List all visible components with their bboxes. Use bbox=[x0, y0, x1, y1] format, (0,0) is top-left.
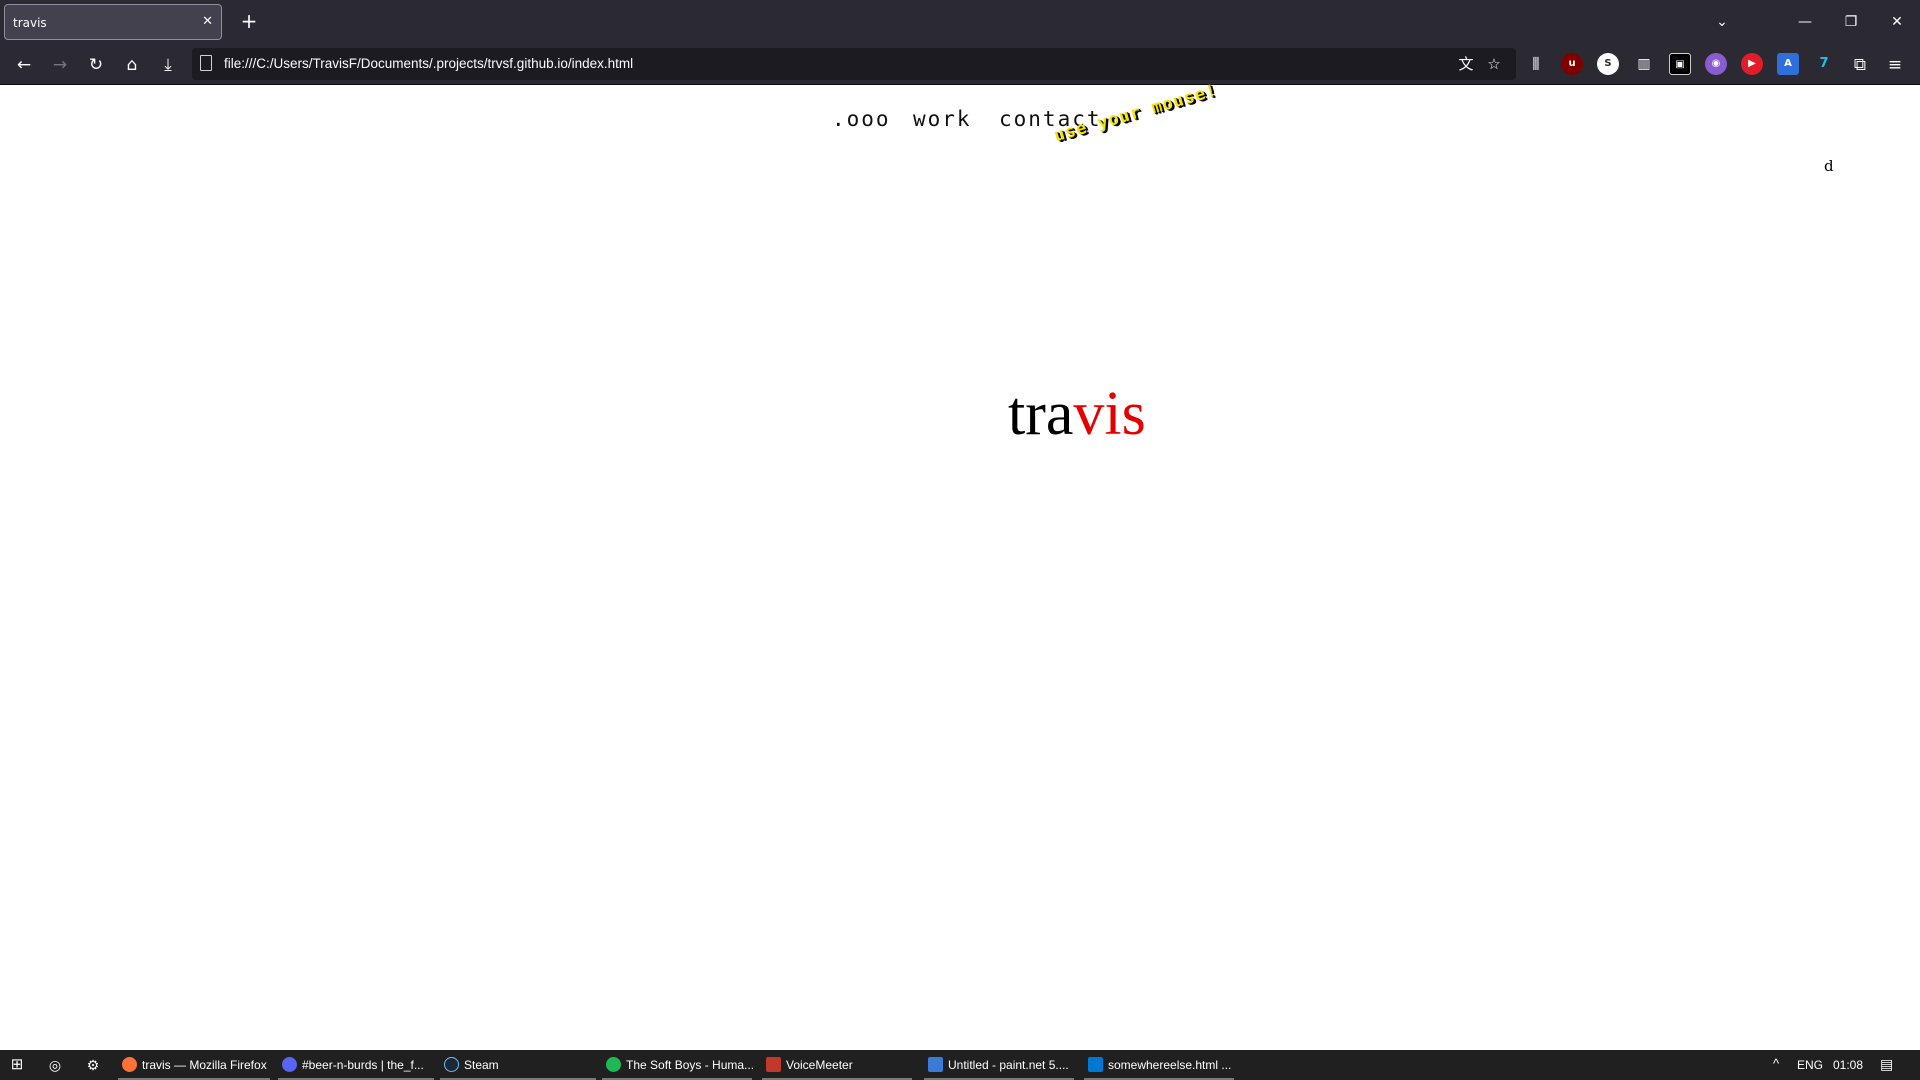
vscode-icon bbox=[1088, 1057, 1103, 1072]
nav-link-work[interactable]: work bbox=[913, 107, 972, 131]
taskbar-app-label: somewhereelse.html ... bbox=[1108, 1058, 1232, 1072]
taskbar-app-label: #beer-n-burds | the_f... bbox=[302, 1058, 424, 1072]
url-bar[interactable]: file:///C:/Users/TravisF/Documents/.proj… bbox=[192, 48, 1516, 80]
taskbar-circle-icon[interactable]: ◎ bbox=[46, 1056, 64, 1074]
extension-red-icon[interactable]: ▶ bbox=[1741, 53, 1763, 75]
taskbar-app-spotify[interactable]: The Soft Boys - Huma... bbox=[602, 1050, 755, 1080]
taskbar: ⊞ ◎ ⚙ travis — Mozilla Firefox #beer-n-b… bbox=[0, 1050, 1920, 1080]
nav-toolbar: ← → ↻ ⌂ ⤓ file:///C:/Users/TravisF/Docum… bbox=[0, 44, 1920, 85]
language-indicator[interactable]: ENG bbox=[1797, 1058, 1823, 1072]
taskbar-app-paintnet[interactable]: Untitled - paint.net 5.... bbox=[924, 1050, 1074, 1080]
browser-tab[interactable]: travis ✕ bbox=[4, 4, 222, 40]
tab-bar: travis ✕ + ⌄ — ❐ ✕ bbox=[0, 0, 1920, 44]
bookmark-star-icon[interactable]: ☆ bbox=[1484, 54, 1504, 74]
windows-start-icon[interactable]: ⊞ bbox=[8, 1056, 26, 1074]
hero-title: travis bbox=[1008, 383, 1146, 445]
taskbar-app-steam[interactable]: Steam bbox=[440, 1050, 596, 1080]
close-window-icon[interactable]: ✕ bbox=[1882, 8, 1912, 36]
spotify-icon bbox=[606, 1057, 621, 1072]
nav-link-ooo[interactable]: .ooo bbox=[832, 107, 891, 131]
taskbar-app-label: travis — Mozilla Firefox bbox=[142, 1058, 267, 1072]
extensions-puzzle-icon[interactable]: ⧉ bbox=[1846, 51, 1874, 79]
app-menu-icon[interactable]: ≡ bbox=[1881, 51, 1909, 79]
taskbar-app-discord[interactable]: #beer-n-burds | the_f... bbox=[278, 1050, 434, 1080]
tab-title: travis bbox=[13, 16, 47, 30]
url-text[interactable]: file:///C:/Users/TravisF/Documents/.proj… bbox=[224, 56, 633, 71]
corner-letter: d bbox=[1824, 157, 1834, 175]
back-icon[interactable]: ← bbox=[10, 51, 38, 79]
hero-title-part2: vis bbox=[1073, 380, 1146, 448]
forward-icon[interactable]: → bbox=[46, 51, 74, 79]
hero-title-part1: tra bbox=[1008, 380, 1074, 448]
extension-s-icon[interactable]: S bbox=[1597, 53, 1619, 75]
extension-bars-icon[interactable]: ▥ bbox=[1633, 53, 1655, 75]
page-info-icon[interactable] bbox=[200, 55, 212, 71]
voicemeeter-icon bbox=[766, 1057, 781, 1072]
taskbar-app-vscode[interactable]: somewhereelse.html ... bbox=[1084, 1050, 1234, 1080]
library-icon[interactable]: ⫴ bbox=[1522, 51, 1550, 79]
extension-purple-icon[interactable]: ◉ bbox=[1705, 53, 1727, 75]
paintnet-icon bbox=[928, 1057, 943, 1072]
steam-icon bbox=[444, 1057, 459, 1072]
taskbar-app-label: VoiceMeeter bbox=[786, 1058, 853, 1072]
list-all-tabs-icon[interactable]: ⌄ bbox=[1710, 10, 1734, 34]
taskbar-settings-icon[interactable]: ⚙ bbox=[84, 1056, 102, 1074]
extension-7tv-icon[interactable]: 7 bbox=[1813, 53, 1835, 75]
downloads-icon[interactable]: ⤓ bbox=[154, 51, 182, 79]
taskbar-app-firefox[interactable]: travis — Mozilla Firefox bbox=[118, 1050, 270, 1080]
taskbar-app-voicemeeter[interactable]: VoiceMeeter bbox=[762, 1050, 912, 1080]
web-page: .ooo work contact use your mouse! d trav… bbox=[0, 81, 1920, 1050]
reload-icon[interactable]: ↻ bbox=[82, 51, 110, 79]
taskbar-app-label: The Soft Boys - Huma... bbox=[626, 1058, 755, 1072]
home-icon[interactable]: ⌂ bbox=[118, 51, 146, 79]
new-tab-icon[interactable]: + bbox=[236, 8, 262, 34]
discord-icon bbox=[282, 1057, 297, 1072]
ublock-origin-icon[interactable]: u bbox=[1561, 53, 1583, 75]
firefox-icon bbox=[122, 1057, 137, 1072]
minimize-icon[interactable]: — bbox=[1790, 8, 1820, 36]
translate-icon[interactable]: 文 bbox=[1456, 54, 1476, 74]
tray-expand-icon[interactable]: ^ bbox=[1773, 1056, 1779, 1071]
taskbar-app-label: Untitled - paint.net 5.... bbox=[948, 1058, 1069, 1072]
taskbar-app-label: Steam bbox=[464, 1058, 499, 1072]
notifications-icon[interactable]: ▤ bbox=[1880, 1056, 1893, 1073]
tab-close-icon[interactable]: ✕ bbox=[202, 14, 213, 29]
restore-icon[interactable]: ❐ bbox=[1836, 8, 1866, 36]
extension-translate-icon[interactable]: A bbox=[1777, 53, 1799, 75]
clock[interactable]: 01:08 bbox=[1833, 1058, 1863, 1072]
extension-cat-icon[interactable]: ▣ bbox=[1669, 53, 1691, 75]
